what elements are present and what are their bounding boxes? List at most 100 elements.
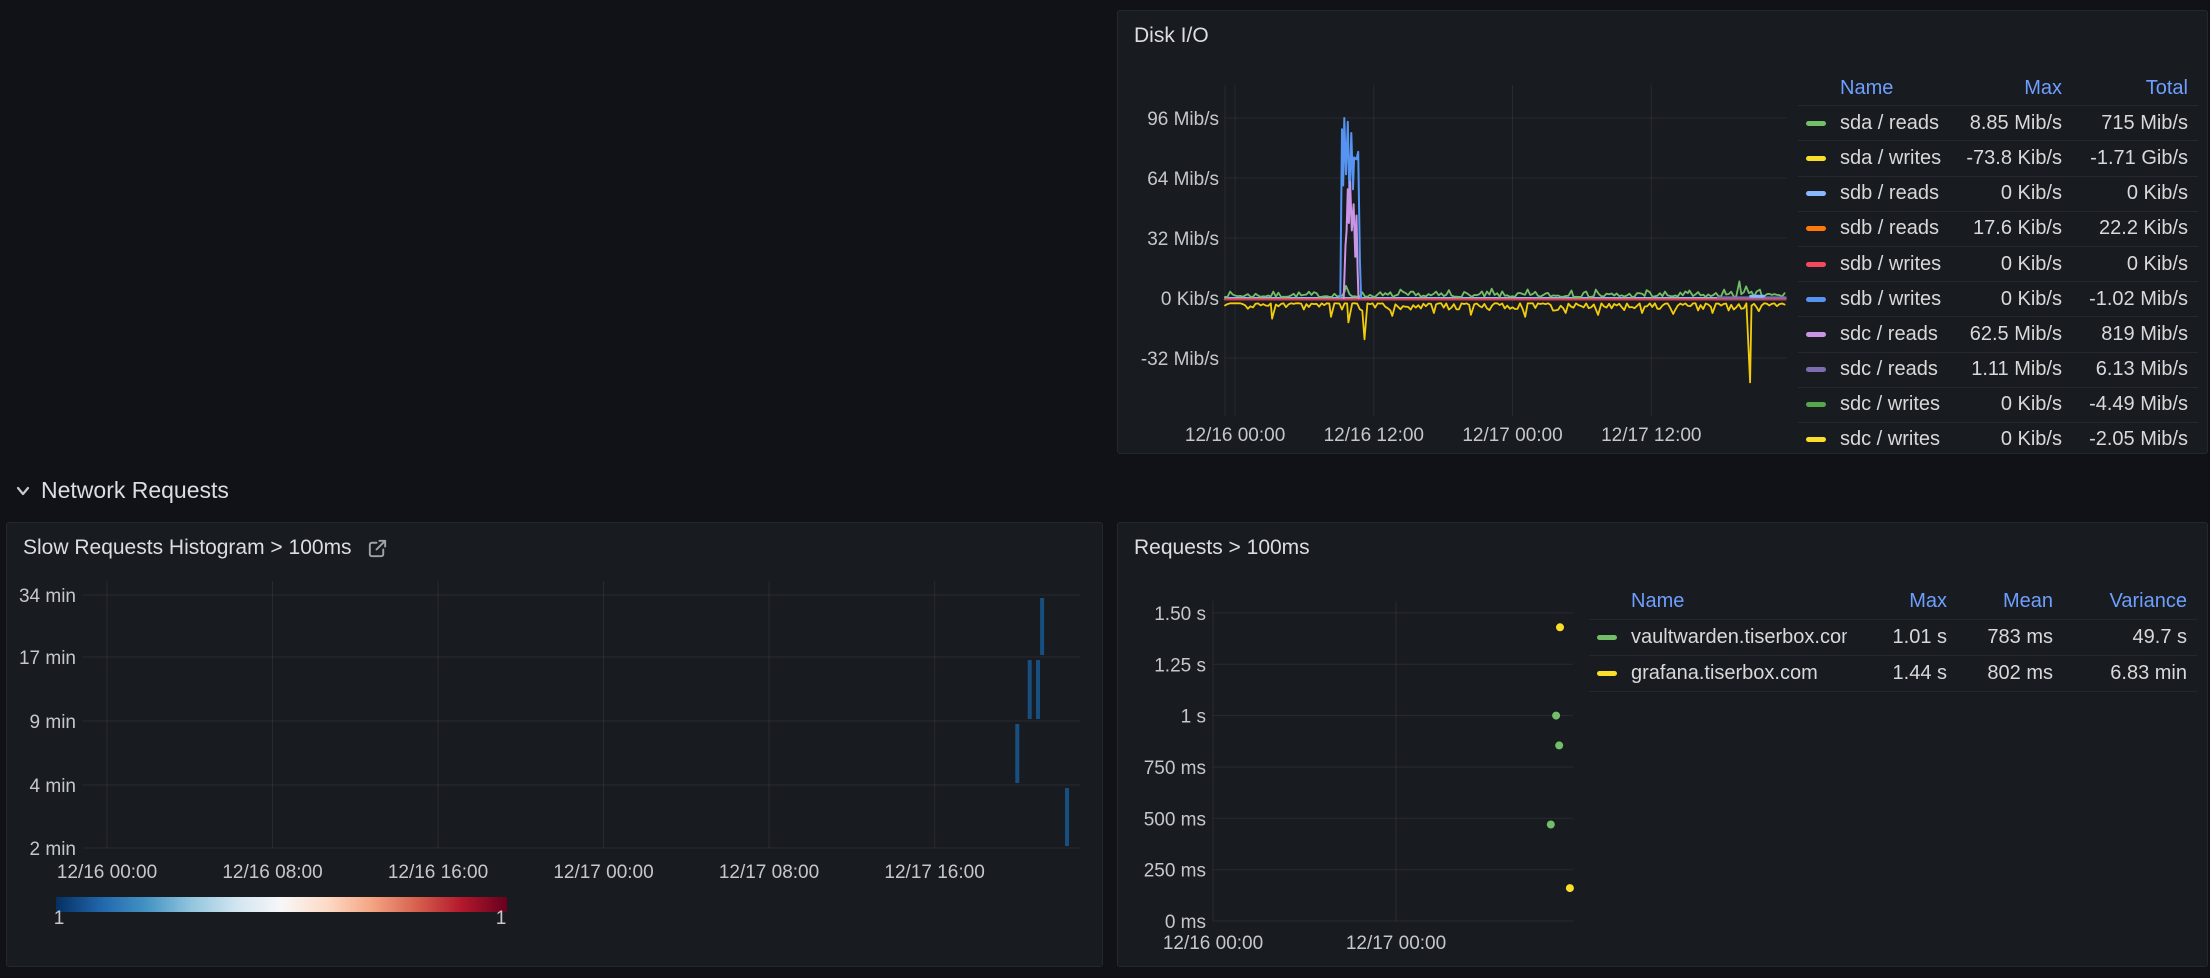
legend-value-total: 0 Kib/s: [2072, 253, 2198, 276]
svg-text:750 ms: 750 ms: [1144, 758, 1206, 779]
legend-value-max: 0 Kib/s: [1952, 288, 2072, 311]
panel-title-text: Slow Requests Histogram > 100ms: [23, 536, 352, 560]
scatter-point[interactable]: [1566, 884, 1574, 892]
series-line: [1225, 281, 1785, 297]
legend-row: sdc / writes0 Kib/s-4.49 Mib/s: [1798, 388, 2198, 423]
legend-value-variance: 6.83 min: [2063, 662, 2197, 685]
legend-value-max: 1.11 Mib/s: [1952, 358, 2072, 381]
svg-text:17 min: 17 min: [19, 648, 76, 669]
panel-title-text: Disk I/O: [1134, 24, 1209, 48]
legend-swatch-cell: [1798, 402, 1832, 407]
legend-value-total: 715 Mib/s: [2072, 112, 2198, 135]
svg-text:12/17 08:00: 12/17 08:00: [719, 862, 819, 883]
legend-swatch-cell: [1798, 191, 1832, 196]
x-grid: [1225, 85, 1651, 416]
legend-header-mean[interactable]: Mean: [1957, 590, 2063, 613]
y-axis-labels: 0 ms250 ms500 ms750 ms1 s1.25 s1.50 s: [1144, 604, 1206, 933]
legend-series-name[interactable]: sdb / writes: [1832, 288, 1952, 311]
legend-series-name[interactable]: sdb / reads: [1832, 182, 1952, 205]
legend-value-mean: 783 ms: [1957, 626, 2063, 649]
slow-requests-histogram-panel: Slow Requests Histogram > 100ms 12/16 00…: [6, 522, 1103, 967]
legend-row: vaultwarden.tiserbox.com1.01 s783 ms49.7…: [1589, 620, 2197, 656]
external-link-icon[interactable]: [366, 537, 389, 560]
legend-value-max: 1.01 s: [1847, 626, 1957, 649]
legend-swatch-cell: [1798, 332, 1832, 337]
legend-value-total: 819 Mib/s: [2072, 323, 2198, 346]
legend-swatch-cell: [1798, 367, 1832, 372]
legend-header-name[interactable]: Name: [1832, 77, 1952, 100]
legend-series-name[interactable]: sdc / writes: [1832, 393, 1952, 416]
series-color-swatch-icon: [1806, 191, 1826, 196]
legend-value-max: 62.5 Mib/s: [1952, 323, 2072, 346]
x-axis-labels: 12/16 00:0012/16 12:0012/17 00:0012/17 1…: [1185, 425, 1702, 446]
svg-text:9 min: 9 min: [30, 712, 76, 733]
series-color-swatch-icon: [1806, 332, 1826, 337]
heatmap-cell[interactable]: [1040, 598, 1044, 655]
scatter-point[interactable]: [1556, 623, 1564, 631]
legend-series-name[interactable]: sda / reads: [1832, 112, 1952, 135]
heatmap-cell[interactable]: [1028, 660, 1032, 719]
series-line: [1344, 182, 1359, 298]
legend-swatch-cell: [1798, 437, 1832, 442]
legend-row: sdc / writes0 Kib/s-2.05 Mib/s: [1798, 423, 2198, 454]
panel-title-requests[interactable]: Requests > 100ms: [1134, 536, 1310, 560]
legend-value-total: -1.71 Gib/s: [2072, 147, 2198, 170]
legend-series-name[interactable]: sdb / reads: [1832, 217, 1952, 240]
scatter-point[interactable]: [1552, 712, 1560, 720]
legend-value-total: -4.49 Mib/s: [2072, 393, 2198, 416]
panel-title-disk-io[interactable]: Disk I/O: [1134, 24, 1209, 48]
grafana-dashboard: { "theme": { "bg": "#111217", "panel_bg"…: [0, 0, 2210, 978]
legend-value-total: 0 Kib/s: [2072, 182, 2198, 205]
legend-row: sdb / reads17.6 Kib/s22.2 Kib/s: [1798, 212, 2198, 247]
legend-swatch-cell: [1798, 297, 1832, 302]
legend-row: sdc / reads62.5 Mib/s819 Mib/s: [1798, 317, 2198, 352]
svg-text:250 ms: 250 ms: [1144, 861, 1206, 882]
legend-header-name[interactable]: Name: [1623, 590, 1847, 613]
legend-series-name[interactable]: sdb / writes: [1832, 253, 1952, 276]
legend-row: sda / writes-73.8 Kib/s-1.71 Gib/s: [1798, 141, 2198, 176]
legend-value-total: 6.13 Mib/s: [2072, 358, 2198, 381]
requests-legend: NameMaxMeanVariance vaultwarden.tiserbox.…: [1589, 584, 2197, 692]
svg-text:12/16 00:00: 12/16 00:00: [1185, 425, 1285, 446]
series-color-swatch-icon: [1806, 437, 1826, 442]
legend-header-total[interactable]: Total: [2072, 77, 2198, 100]
legend-header-row: NameMaxTotal: [1798, 71, 2198, 106]
svg-text:12/17 16:00: 12/17 16:00: [884, 862, 984, 883]
scatter-point[interactable]: [1555, 741, 1563, 749]
legend-header-variance[interactable]: Variance: [2063, 590, 2197, 613]
legend-series-name[interactable]: sda / writes: [1832, 147, 1952, 170]
legend-series-name[interactable]: grafana.tiserbox.com: [1623, 662, 1847, 685]
legend-series-name[interactable]: sdc / reads: [1832, 358, 1952, 381]
series-color-swatch-icon: [1806, 367, 1826, 372]
y-grid: [1213, 613, 1573, 921]
scatter-point[interactable]: [1547, 821, 1555, 829]
panel-title-slow-requests[interactable]: Slow Requests Histogram > 100ms: [23, 536, 389, 560]
y-axis-labels: 96 Mib/s64 Mib/s32 Mib/s0 Kib/s-32 Mib/s: [1141, 109, 1219, 370]
heatmap-cell[interactable]: [1036, 660, 1040, 719]
svg-text:12/16 08:00: 12/16 08:00: [222, 862, 322, 883]
svg-text:64 Mib/s: 64 Mib/s: [1147, 169, 1219, 190]
legend-series-name[interactable]: vaultwarden.tiserbox.com: [1623, 626, 1847, 649]
legend-row: grafana.tiserbox.com1.44 s802 ms6.83 min: [1589, 656, 2197, 692]
heatmap-cell[interactable]: [1065, 788, 1069, 846]
svg-text:12/17 12:00: 12/17 12:00: [1601, 425, 1701, 446]
chevron-down-icon: [14, 482, 32, 500]
legend-row: sdc / reads1.11 Mib/s6.13 Mib/s: [1798, 353, 2198, 388]
heatmap-cell[interactable]: [1015, 724, 1019, 783]
svg-text:12/16 00:00: 12/16 00:00: [57, 862, 157, 883]
legend-series-name[interactable]: sdc / writes: [1832, 428, 1952, 451]
legend-header-max[interactable]: Max: [1847, 590, 1957, 613]
x-grid: [107, 581, 935, 848]
legend-swatch-cell: [1798, 226, 1832, 231]
section-row-network-requests[interactable]: Network Requests: [14, 477, 229, 504]
legend-value-max: 0 Kib/s: [1952, 393, 2072, 416]
svg-text:34 min: 34 min: [19, 586, 76, 607]
legend-header-max[interactable]: Max: [1952, 77, 2072, 100]
legend-value-variance: 49.7 s: [2063, 626, 2197, 649]
section-title: Network Requests: [41, 477, 229, 504]
legend-value-max: 0 Kib/s: [1952, 182, 2072, 205]
series-color-swatch-icon: [1597, 671, 1617, 676]
legend-series-name[interactable]: sdc / reads: [1832, 323, 1952, 346]
disk-io-panel: Disk I/O 12/16 00:0012/16 12:0012/17 00:…: [1117, 10, 2208, 454]
legend-value-mean: 802 ms: [1957, 662, 2063, 685]
